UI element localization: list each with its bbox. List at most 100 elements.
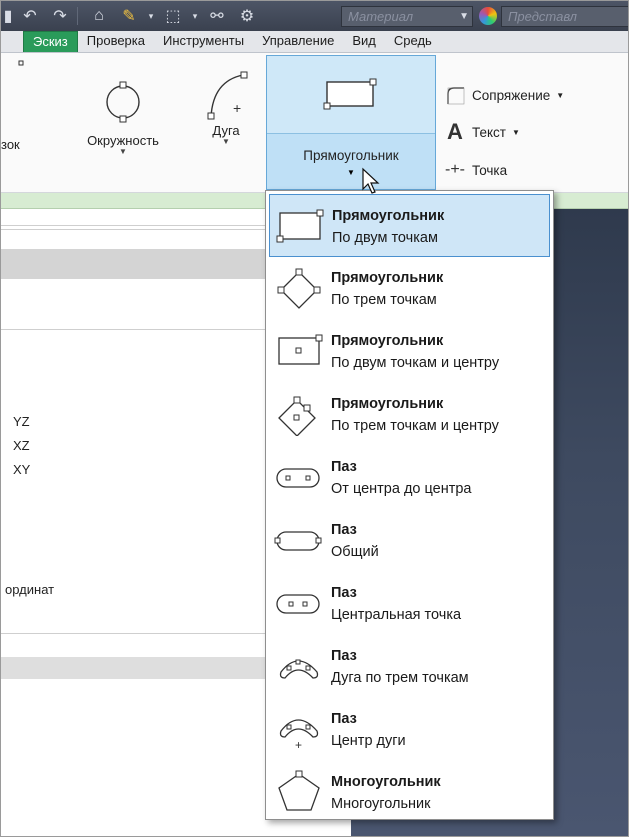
rectangle-icon — [323, 78, 377, 110]
app-window: ▮ ↶ ↷ ⌂ ✎ ▾ ⬚ ▾ ⚯ ⚙ Материал ▼ Представл… — [0, 0, 629, 837]
chevron-down-icon[interactable]: ▾ — [190, 5, 200, 27]
appearance-combo[interactable]: Представл — [501, 6, 628, 27]
menu-item-title: Паз — [331, 522, 357, 538]
slot-overall-icon — [274, 531, 322, 551]
slot-center-arc-icon: + — [279, 719, 319, 751]
rectangle-split-button[interactable]: Прямоугольник ▼ — [266, 55, 436, 190]
menu-item-subtitle: По двум точкам и центру — [331, 355, 500, 371]
circle-button[interactable]: Окружность ▼ — [63, 53, 183, 156]
circle-icon — [106, 81, 140, 123]
tab-inspect[interactable]: Проверка — [78, 31, 154, 52]
tab-view[interactable]: Вид — [343, 31, 385, 52]
rectangle-three-point-center-icon — [278, 396, 316, 436]
menu-item-subtitle: По двум точкам — [332, 230, 438, 246]
menu-item-subtitle: По трем точкам и центру — [331, 418, 499, 434]
rectangle-label: Прямоугольник — [303, 148, 399, 163]
text-label: Текст — [472, 124, 506, 140]
arc-icon: + — [207, 71, 248, 120]
plane-xy[interactable]: XY — [13, 462, 30, 477]
menu-item-subtitle: От центра до центра — [331, 481, 472, 497]
chevron-down-icon: ▼ — [512, 127, 520, 137]
menu-item-rectangle-two-point[interactable]: Прямоугольник По двум точкам — [269, 194, 550, 257]
menu-item-subtitle: Многоугольник — [331, 796, 431, 812]
menu-item-title: Паз — [331, 711, 357, 727]
ribbon-panel: зок Окружность ▼ + Дуга ▼ Прямоугольник … — [1, 53, 628, 193]
polygon-icon — [278, 770, 320, 811]
menu-item-slot-center-point[interactable]: Паз Центральная точка — [269, 572, 550, 635]
menu-item-subtitle: Центральная точка — [331, 607, 462, 623]
menu-item-title: Прямоугольник — [332, 208, 445, 224]
point-label: Точка — [472, 162, 508, 178]
tab-tools[interactable]: Инструменты — [154, 31, 253, 52]
slot-three-point-arc-icon — [279, 659, 319, 679]
menu-item-rectangle-three-point-center[interactable]: Прямоугольник По трем точкам и центру — [269, 383, 550, 446]
menu-item-subtitle: Дуга по трем точкам — [331, 670, 469, 686]
menu-item-slot-center-arc[interactable]: + Паз Центр дуги — [269, 698, 550, 761]
text-button[interactable]: A Текст ▼ — [444, 119, 520, 145]
home-icon[interactable]: ⌂ — [86, 5, 112, 27]
material-combo-value: Материал — [348, 9, 414, 24]
fillet-icon — [444, 85, 466, 105]
appearance-sphere-icon[interactable] — [479, 7, 497, 25]
menu-item-slot-center-to-center[interactable]: Паз От центра до центра — [269, 446, 550, 509]
select-icon[interactable]: ⬚ — [160, 5, 186, 27]
ribbon-tabs: Эскиз Проверка Инструменты Управление Ви… — [1, 31, 628, 53]
svg-text:+: + — [295, 738, 302, 751]
plane-xz[interactable]: XZ — [13, 438, 30, 453]
rectangle-two-point-icon — [276, 209, 324, 243]
text-icon: A — [447, 119, 463, 144]
ipart-icon[interactable]: ⚯ — [204, 5, 230, 27]
arc-label: Дуга — [212, 123, 240, 138]
fillet-button[interactable]: Сопряжение ▼ — [444, 85, 564, 105]
quick-access-toolbar: ▮ ↶ ↷ ⌂ ✎ ▾ ⬚ ▾ ⚯ ⚙ Материал ▼ Представл — [1, 1, 628, 31]
appearance-combo-value: Представл — [508, 9, 578, 24]
circle-label: Окружность — [87, 133, 159, 148]
partial-left-label: зок — [1, 137, 20, 152]
menu-item-slot-three-point-arc[interactable]: Паз Дуга по трем точкам — [269, 635, 550, 698]
chevron-down-icon[interactable]: ▾ — [146, 5, 156, 27]
mouse-cursor-icon — [362, 167, 380, 194]
arc-button[interactable]: + Дуга ▼ — [191, 53, 261, 146]
menu-item-polygon[interactable]: Многоугольник Многоугольник — [269, 761, 550, 824]
coordinate-system-label[interactable]: ординат — [5, 582, 54, 597]
rectangle-button-top[interactable] — [267, 56, 435, 134]
slot-center-to-center-icon — [276, 468, 320, 488]
slot-center-point-icon — [276, 594, 320, 614]
material-combo[interactable]: Материал ▼ — [341, 6, 473, 27]
line-icon — [18, 60, 24, 66]
gear-icon[interactable]: ⚙ — [234, 5, 260, 27]
tab-sketch[interactable]: Эскиз — [23, 31, 78, 52]
update-icon[interactable]: ✎ — [116, 5, 142, 27]
menu-item-title: Прямоугольник — [331, 396, 444, 412]
chevron-down-icon: ▼ — [222, 137, 230, 146]
point-button[interactable]: -+- Точка — [444, 161, 507, 179]
chevron-down-icon: ▼ — [347, 168, 355, 177]
svg-text:+: + — [233, 100, 241, 116]
rectangle-three-point-icon — [277, 268, 321, 309]
menu-item-subtitle: Общий — [331, 544, 379, 560]
chevron-down-icon: ▼ — [119, 147, 127, 156]
menu-item-slot-overall[interactable]: Паз Общий — [269, 509, 550, 572]
menu-item-rectangle-two-point-center[interactable]: Прямоугольник По двум точкам и центру — [269, 320, 550, 383]
rectangle-two-point-center-icon — [278, 334, 323, 365]
save-icon[interactable]: ▮ — [3, 5, 13, 27]
tab-environments[interactable]: Средь — [385, 31, 441, 52]
menu-item-title: Паз — [331, 585, 357, 601]
chevron-down-icon: ▼ — [459, 11, 469, 22]
chevron-down-icon: ▼ — [556, 90, 565, 100]
menu-item-subtitle: Центр дуги — [331, 733, 406, 749]
redo-icon[interactable]: ↷ — [47, 5, 73, 27]
menu-item-title: Прямоугольник — [331, 333, 444, 349]
menu-item-title: Многоугольник — [331, 774, 441, 790]
toolbar-divider — [77, 7, 78, 25]
point-icon: -+- — [445, 161, 465, 178]
menu-item-title: Паз — [331, 648, 357, 664]
undo-icon[interactable]: ↶ — [17, 5, 43, 27]
partial-left-button[interactable]: зок — [1, 53, 53, 152]
rectangle-dropdown-menu: Прямоугольник По двум точкам Прямоугольн… — [265, 190, 554, 820]
menu-item-title: Прямоугольник — [331, 270, 444, 286]
menu-item-rectangle-three-point[interactable]: Прямоугольник По трем точкам — [269, 257, 550, 320]
menu-item-title: Паз — [331, 459, 357, 475]
plane-yz[interactable]: YZ — [13, 414, 30, 429]
tab-manage[interactable]: Управление — [253, 31, 343, 52]
